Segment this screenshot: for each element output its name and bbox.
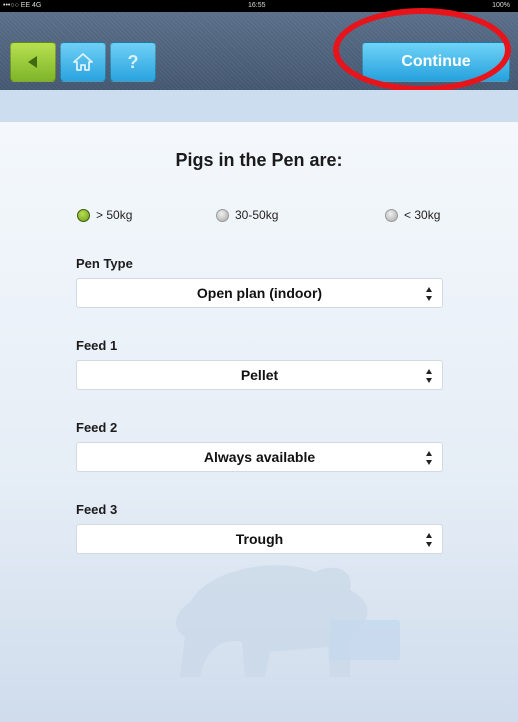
select-arrows-icon — [426, 369, 432, 383]
pen-type-value: Open plan (indoor) — [196, 285, 323, 301]
radio-label: 30-50kg — [235, 208, 279, 222]
feed-2-value: Always available — [203, 449, 316, 465]
radio-selected-icon — [77, 208, 90, 222]
radio-unselected-icon — [385, 208, 398, 222]
select-arrows-icon — [426, 451, 432, 465]
feed-1-label: Feed 1 — [76, 338, 118, 353]
home-icon — [73, 53, 93, 71]
radio-weight-under-30kg[interactable]: < 30kg — [385, 208, 440, 222]
feed-1-select[interactable]: Pellet — [76, 360, 443, 390]
back-button[interactable] — [10, 42, 56, 82]
back-arrow-icon — [28, 56, 37, 68]
radio-label: > 50kg — [96, 208, 133, 222]
feed-3-label: Feed 3 — [76, 502, 118, 517]
pen-type-select[interactable]: Open plan (indoor) — [76, 278, 443, 308]
pig-watermark-icon — [175, 565, 400, 677]
home-button[interactable] — [60, 42, 106, 82]
feed-1-value: Pellet — [240, 367, 279, 383]
feed-2-label: Feed 2 — [76, 420, 118, 435]
clock-text: 16:55 — [248, 2, 266, 9]
carrier-text: •••○○ EE 4G — [3, 2, 42, 9]
page-title: Pigs in the Pen are: — [175, 150, 343, 170]
select-arrows-icon — [426, 287, 432, 301]
pen-type-label: Pen Type — [76, 256, 133, 271]
feed-2-select[interactable]: Always available — [76, 442, 443, 472]
help-button[interactable]: ? — [110, 42, 156, 82]
radio-weight-30-50kg[interactable]: 30-50kg — [216, 208, 278, 222]
header-band — [0, 90, 518, 122]
help-icon: ? — [127, 51, 139, 72]
form-panel: Pigs in the Pen are: > 50kg 30-50kg < 30… — [0, 122, 518, 722]
radio-label: < 30kg — [404, 208, 441, 222]
select-arrows-icon — [426, 533, 432, 547]
radio-unselected-icon — [216, 208, 229, 222]
battery-text: 100% — [492, 2, 510, 9]
radio-weight-over-50kg[interactable]: > 50kg — [77, 208, 132, 222]
highlight-ring-annotation — [333, 8, 511, 92]
